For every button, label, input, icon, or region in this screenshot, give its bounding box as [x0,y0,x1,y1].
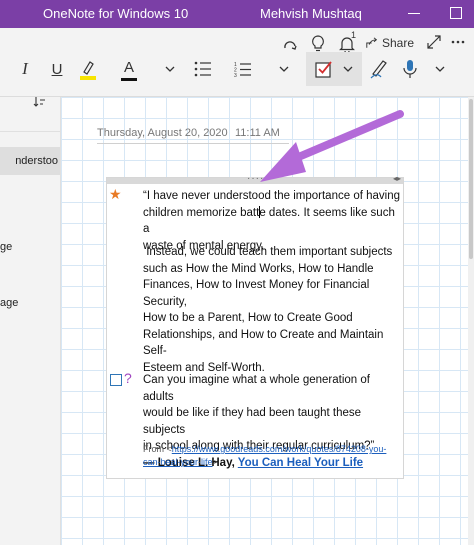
text-line: Instead, we could teach them important s… [143,246,393,258]
question-tag-icon[interactable]: ? [124,370,132,386]
text-line: Relationships, and How to Create and Mai… [143,328,384,358]
page-list-sidebar: nderstoo ge age [0,97,61,545]
source-link-line-1[interactable]: https://www.goodreads.com/work/quotes/87… [172,444,387,454]
tag-button[interactable] [306,52,362,86]
tag-chevron-down-icon [343,66,353,72]
scrollbar-thumb[interactable] [469,99,473,259]
todo-checkbox-icon [315,61,332,78]
bullets-icon[interactable] [192,58,214,80]
sort-icon[interactable] [32,97,48,109]
quote-paragraph-2[interactable]: Instead, we could teach them important s… [143,244,401,376]
font-color-button[interactable]: A [118,57,140,83]
sync-icon[interactable] [280,34,300,54]
page-item-label: age [0,297,19,309]
text-line: such as How the Mind Works, How to Handl… [143,262,374,275]
page-item[interactable]: ge [0,233,60,261]
font-color-label: A [123,58,134,76]
dictate-microphone-icon[interactable] [400,57,420,81]
italic-button[interactable]: I [15,58,35,80]
source-prefix: From < [143,444,172,454]
page-item-label: nderstoo [15,155,58,167]
more-options-icon[interactable] [450,34,466,50]
text-line: “I have never understood the importance … [143,190,400,202]
font-options-chevron-down-icon[interactable] [162,62,178,76]
lightbulb-icon[interactable] [308,34,328,54]
text-fragment: children memorize batt [143,206,260,219]
text-line: Can you imagine what a whole generation … [143,374,370,403]
app-title: OneNote for Windows 10 [43,6,189,21]
dictate-chevron-down-icon[interactable] [432,62,448,76]
text-line: How to be a Parent, How to Create Good [143,312,353,324]
sidebar-divider [0,131,60,132]
ink-pen-icon[interactable] [368,57,390,81]
expand-icon[interactable] [426,34,442,50]
numbering-icon[interactable]: 123 [232,58,254,80]
annotation-arrow [260,110,404,182]
source-link-line-2[interactable]: can-heal-your-life [143,457,213,467]
highlighter-icon [80,61,96,80]
title-bar: OneNote for Windows 10 Mehvish Mushtaq [0,0,474,28]
page-item-label: ge [0,241,13,253]
share-button[interactable]: Share [366,32,414,54]
notification-bell-icon[interactable]: 1 [336,30,358,54]
text-line: children memorize batte dates. It seems … [143,205,401,238]
text-line: Finances, How to Invest Money for Financ… [143,279,370,308]
page-item-selected[interactable]: nderstoo [0,147,60,175]
paragraph-options-chevron-down-icon[interactable] [276,62,292,76]
notification-count: 1 [351,30,357,40]
minimize-button[interactable] [408,13,420,14]
page-item[interactable]: age [0,289,60,317]
highlight-button[interactable] [78,57,98,83]
todo-checkbox[interactable] [110,374,122,386]
share-icon [366,37,378,48]
svg-text:3: 3 [234,73,237,77]
source-suffix: > [212,457,218,467]
text-line: would be like if they had been taught th… [143,407,362,436]
source-citation: From <https://www.goodreads.com/work/quo… [143,443,398,469]
maximize-button[interactable] [450,7,462,19]
user-name[interactable]: Mehvish Mushtaq [260,6,362,21]
share-label: Share [381,36,414,50]
page-date: Thursday, August 20, 2020 [97,127,228,139]
underline-button[interactable]: U [47,58,67,80]
ribbon-toolbar: 1 Share I U A 123 [0,28,474,97]
important-star-icon[interactable]: ★ [109,186,122,203]
vertical-scrollbar[interactable] [468,97,474,545]
